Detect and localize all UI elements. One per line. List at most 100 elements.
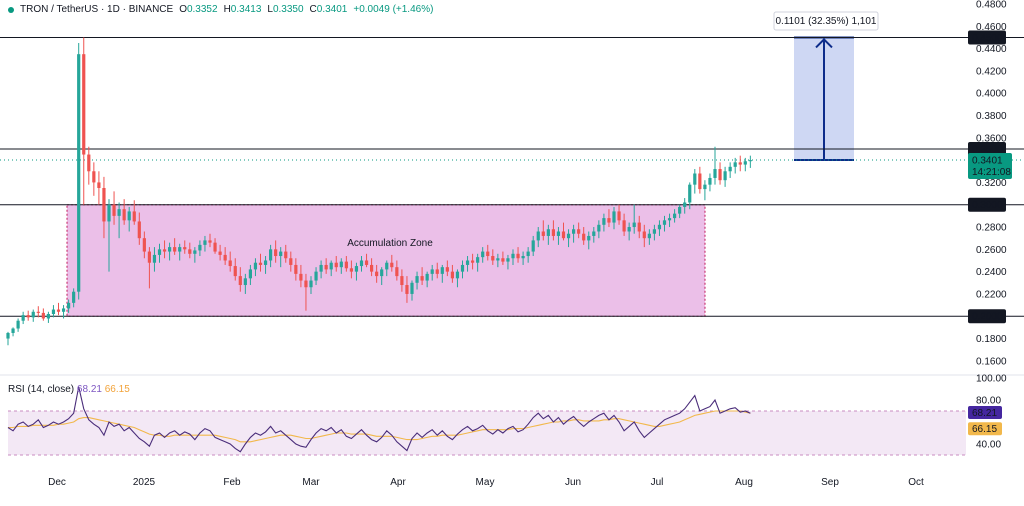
candle-body <box>587 235 591 241</box>
time-tick-label: Aug <box>735 477 753 488</box>
candle-body <box>208 240 212 243</box>
candle-body <box>657 224 662 230</box>
candle-body <box>370 264 374 272</box>
rsi-ma-value: 66.15 <box>104 384 130 395</box>
candle-body <box>465 260 470 265</box>
candle-body <box>556 231 561 236</box>
time-tick-label: Mar <box>302 477 320 488</box>
candle-body <box>738 162 742 165</box>
candle-body <box>132 211 136 222</box>
candle-body <box>92 171 96 183</box>
candle-body <box>51 309 56 315</box>
candle-body <box>430 269 434 274</box>
candle-body <box>511 253 515 259</box>
candle-body <box>122 209 126 221</box>
rsi-title: RSI (14, close) <box>8 384 75 395</box>
candle-body <box>491 256 495 261</box>
candle-body <box>642 231 646 239</box>
candle-body <box>395 267 399 277</box>
candle-body <box>157 249 162 255</box>
candle-body <box>142 238 146 252</box>
candle-body <box>748 160 752 162</box>
candle-body <box>36 311 40 313</box>
candle-body <box>243 278 247 286</box>
candle-body <box>627 227 631 232</box>
candle-body <box>198 244 202 251</box>
candle-body <box>496 258 500 261</box>
rsi-value: 68.21 <box>76 384 102 395</box>
candle-body <box>375 271 379 277</box>
candle-body <box>279 251 283 257</box>
candle-body <box>723 171 727 181</box>
candle-body <box>445 267 449 272</box>
current-price-tag: 0.3401 14:21:08 <box>968 153 1012 180</box>
candle-body <box>284 251 288 259</box>
candle-body <box>77 54 81 292</box>
candle-body <box>102 188 106 222</box>
candle-body <box>708 177 712 185</box>
candle-body <box>309 280 313 288</box>
candle-body <box>112 204 116 216</box>
candle-body <box>61 308 66 312</box>
candle-body <box>435 269 439 274</box>
candle-body <box>162 249 167 252</box>
candle-body <box>359 260 364 267</box>
candle-body <box>551 229 555 236</box>
candle-body <box>324 264 328 270</box>
chart-header: TRON / TetherUS · 1D · BINANCE O0.3352 H… <box>8 4 433 15</box>
candle-body <box>289 258 293 265</box>
candle-countdown: 14:21:08 <box>972 167 1011 178</box>
candle-body <box>334 262 338 268</box>
rsi-tick-label: 80.00 <box>976 396 1001 407</box>
candle-body <box>6 332 10 339</box>
level-tag-label: 0.2000 <box>972 312 1003 323</box>
candle-body <box>31 311 35 318</box>
price-tick-label: 0.1600 <box>976 356 1007 367</box>
price-tick-label: 0.4200 <box>976 66 1007 77</box>
candle-body <box>673 213 677 219</box>
symbol-label[interactable]: TRON / TetherUS · 1D · BINANCE <box>20 4 173 15</box>
candle-body <box>188 249 192 254</box>
rsi-ma-tag: 66.15 <box>972 424 997 435</box>
time-tick-label: May <box>476 477 495 488</box>
ohlc-open: O0.3352 <box>179 4 218 15</box>
candle-body <box>647 233 651 239</box>
price-tick-label: 0.4800 <box>976 0 1007 11</box>
candle-body <box>602 218 606 225</box>
candle-body <box>460 264 465 272</box>
candle-body <box>390 262 394 268</box>
candle-body <box>228 260 232 267</box>
candle-body <box>354 266 359 272</box>
candle-body <box>622 220 626 232</box>
candle-body <box>471 260 475 263</box>
candle-body <box>203 240 207 245</box>
chart-canvas: Accumulation Zone 0.1101 (32.35%) 1,101 … <box>0 0 1024 488</box>
candle-body <box>415 276 419 283</box>
candle-body <box>506 258 510 262</box>
candle-body <box>597 224 601 232</box>
candle-body <box>46 314 50 319</box>
target-projection-layer: 0.1101 (32.35%) 1,101 <box>773 11 879 162</box>
candle-body <box>107 204 111 222</box>
candle-body <box>728 166 732 172</box>
rsi-legend[interactable]: RSI (14, close) 68.21 66.15 <box>8 384 130 395</box>
candle-body <box>117 209 121 216</box>
candle-body <box>380 269 384 277</box>
candle-body <box>223 254 227 261</box>
candle-body <box>41 312 45 319</box>
candle-body <box>26 315 30 318</box>
candle-body <box>253 262 258 270</box>
time-tick-label: Sep <box>821 477 839 488</box>
candle-body <box>97 182 101 188</box>
candle-body <box>56 309 61 312</box>
candle-body <box>147 251 151 263</box>
candle-body <box>304 280 308 288</box>
candle-body <box>455 271 460 279</box>
accumulation-zone-label: Accumulation Zone <box>347 238 433 249</box>
candle-body <box>233 266 237 277</box>
current-price-label: 0.3401 <box>972 156 1003 167</box>
candle-body <box>688 184 692 203</box>
candle-body <box>718 169 722 181</box>
candle-body <box>678 206 682 214</box>
candle-body <box>516 253 520 259</box>
